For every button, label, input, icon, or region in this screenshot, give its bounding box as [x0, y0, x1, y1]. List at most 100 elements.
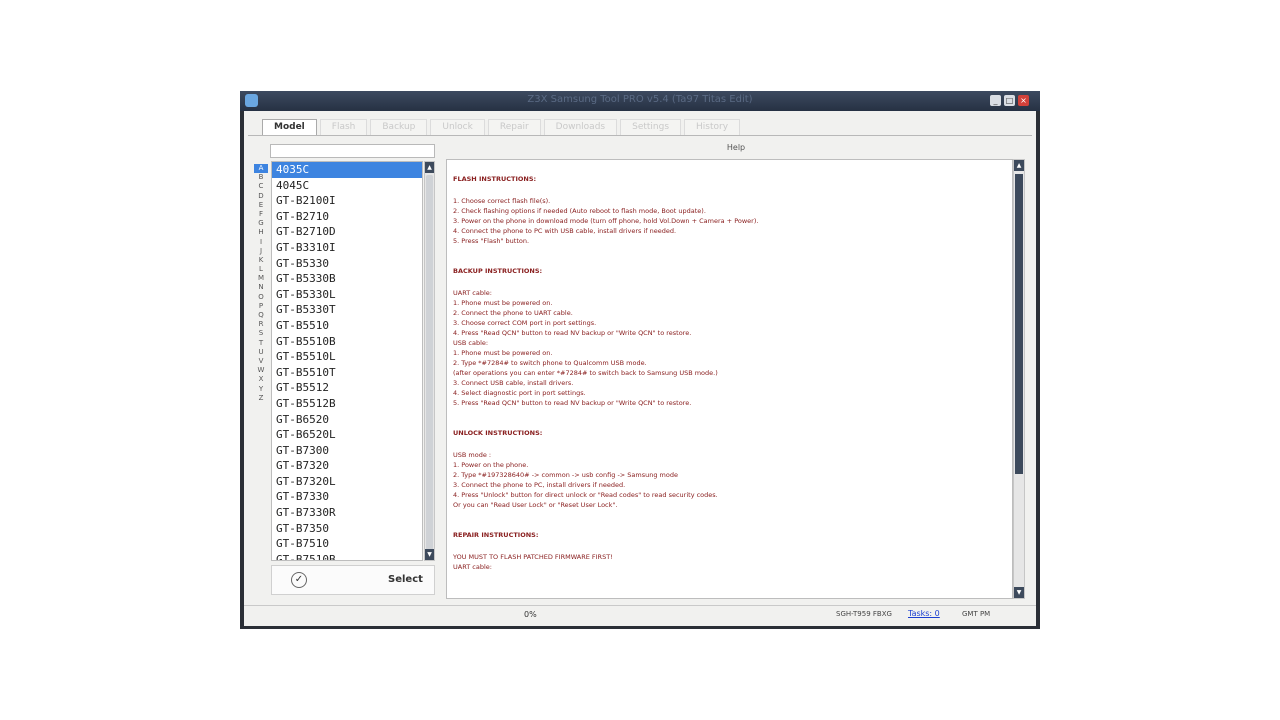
tab-flash[interactable]: Flash [319, 119, 368, 135]
alphabet-letter-v[interactable]: V [254, 357, 268, 366]
alphabet-letter-c[interactable]: C [254, 182, 268, 191]
help-line: 2. Type *#7284# to switch phone to Qualc… [453, 359, 647, 367]
model-list-item[interactable]: GT-B5510 [272, 318, 422, 334]
model-list-item[interactable]: GT-B7330 [272, 489, 422, 505]
alphabet-letter-o[interactable]: O [254, 293, 268, 302]
model-list-item[interactable]: GT-B7320L [272, 474, 422, 490]
alphabet-letter-e[interactable]: E [254, 201, 268, 210]
scroll-thumb[interactable] [426, 175, 433, 551]
window-client: Model Flash Backup Unlock Repair Downloads Set… [244, 111, 1036, 626]
help-line: 1. Power on the phone. [453, 461, 529, 469]
model-list-item[interactable]: GT-B5330 [272, 256, 422, 272]
alphabet-letter-z[interactable]: Z [254, 394, 268, 403]
help-line: Or you can "Read User Lock" or "Reset Us… [453, 501, 618, 509]
model-list-item[interactable]: GT-B2710D [272, 224, 422, 240]
tab-repair[interactable]: Repair [487, 119, 541, 135]
alphabet-letter-t[interactable]: T [254, 339, 268, 348]
model-list-item[interactable]: 4035C [272, 162, 422, 178]
help-line: 3. Choose correct COM port in port setti… [453, 319, 597, 327]
alphabet-letter-y[interactable]: Y [254, 385, 268, 394]
select-button[interactable]: Select [388, 574, 423, 585]
model-list-item[interactable]: GT-B5330L [272, 287, 422, 303]
alphabet-letter-f[interactable]: F [254, 210, 268, 219]
model-list-item[interactable]: GT-B5330T [272, 302, 422, 318]
help-line: 3. Power on the phone in download mode (… [453, 217, 759, 225]
model-list-item[interactable]: GT-B5510B [272, 334, 422, 350]
alphabet-letter-w[interactable]: W [254, 366, 268, 375]
title-bar[interactable]: Z3X Samsung Tool PRO v5.4 (Ta97 Titas Ed… [240, 91, 1040, 111]
model-list-item[interactable]: GT-B5510T [272, 365, 422, 381]
close-button[interactable]: × [1018, 95, 1029, 106]
scroll-down-arrow-icon[interactable]: ▼ [1014, 587, 1024, 598]
select-bar: ✓ Select [271, 565, 435, 595]
scroll-up-arrow-icon[interactable]: ▲ [425, 162, 434, 173]
help-section-title: FLASH INSTRUCTIONS: [453, 175, 537, 183]
model-list-item[interactable]: GT-B7510 [272, 536, 422, 552]
alphabet-letter-u[interactable]: U [254, 348, 268, 357]
help-scrollbar[interactable]: ▲ ▼ [1013, 159, 1025, 599]
model-list-item[interactable]: GT-B5512B [272, 396, 422, 412]
alphabet-letter-k[interactable]: K [254, 256, 268, 265]
help-section-title: UNLOCK INSTRUCTIONS: [453, 429, 543, 437]
help-line: 4. Connect the phone to PC with USB cabl… [453, 227, 677, 235]
alphabet-letter-a[interactable]: A [254, 164, 268, 174]
help-line: USB cable: [453, 339, 489, 347]
tab-divider [248, 135, 1032, 136]
alphabet-letter-s[interactable]: S [254, 329, 268, 338]
help-line: 3. Connect the phone to PC, install driv… [453, 481, 626, 489]
model-list-item[interactable]: 4045C [272, 178, 422, 194]
tab-downloads[interactable]: Downloads [543, 119, 618, 135]
alphabet-letter-h[interactable]: H [254, 228, 268, 237]
model-list[interactable]: 4035C 4045C GT-B2100I GT-B2710 GT-B2710D GT-B… [271, 161, 423, 561]
alphabet-letter-d[interactable]: D [254, 192, 268, 201]
alphabet-letter-i[interactable]: I [254, 238, 268, 247]
model-list-item[interactable]: GT-B6520L [272, 427, 422, 443]
model-list-item[interactable]: GT-B5510L [272, 349, 422, 365]
tab-model[interactable]: Model [262, 119, 317, 135]
tasks-link[interactable]: Tasks: 0 [908, 609, 940, 618]
help-spacer [453, 246, 1006, 260]
alphabet-letter-b[interactable]: B [254, 173, 268, 182]
alphabet-letter-m[interactable]: M [254, 274, 268, 283]
help-line: 3. Connect USB cable, install drivers. [453, 379, 574, 387]
alphabet-letter-q[interactable]: Q [254, 311, 268, 320]
model-list-item[interactable]: GT-B3310I [272, 240, 422, 256]
help-section-title: REPAIR INSTRUCTIONS: [453, 531, 539, 539]
model-list-item[interactable]: GT-B2710 [272, 209, 422, 225]
model-search-input[interactable] [270, 144, 435, 158]
tab-history[interactable]: History [684, 119, 741, 135]
alphabet-letter-p[interactable]: P [254, 302, 268, 311]
minimize-button[interactable]: _ [990, 95, 1001, 106]
tab-settings[interactable]: Settings [620, 119, 682, 135]
model-list-item[interactable]: GT-B7320 [272, 458, 422, 474]
tab-backup[interactable]: Backup [370, 119, 428, 135]
model-list-item[interactable]: GT-B7510B [272, 552, 422, 560]
model-list-item[interactable]: GT-B7330R [272, 505, 422, 521]
scroll-up-arrow-icon[interactable]: ▲ [1014, 160, 1024, 171]
help-line: 4. Press "Read QCN" button to read NV ba… [453, 329, 692, 337]
alphabet-letter-x[interactable]: X [254, 375, 268, 384]
alphabet-letter-l[interactable]: L [254, 265, 268, 274]
alphabet-letter-g[interactable]: G [254, 219, 268, 228]
maximize-button[interactable]: □ [1004, 95, 1015, 106]
alphabet-letter-r[interactable]: R [254, 320, 268, 329]
model-list-item[interactable]: GT-B5330B [272, 271, 422, 287]
help-text-panel: FLASH INSTRUCTIONS: 1. Choose correct fla… [446, 159, 1013, 599]
alphabet-index: ABCDEFGHIJKLMNOPQRSTUVWXYZ [254, 164, 268, 403]
scroll-down-arrow-icon[interactable]: ▼ [425, 549, 434, 560]
model-list-scrollbar[interactable]: ▲ ▼ [424, 161, 435, 561]
help-spacer [453, 408, 1006, 422]
alphabet-letter-j[interactable]: J [254, 247, 268, 256]
model-list-item[interactable]: GT-B5512 [272, 380, 422, 396]
tab-unlock[interactable]: Unlock [430, 119, 485, 135]
alphabet-letter-n[interactable]: N [254, 283, 268, 292]
help-line: 2. Type *#197328640# -> common -> usb co… [453, 471, 678, 479]
window-title: Z3X Samsung Tool PRO v5.4 (Ta97 Titas Ed… [527, 94, 753, 105]
model-list-item[interactable]: GT-B2100I [272, 193, 422, 209]
model-list-item[interactable]: GT-B7350 [272, 521, 422, 537]
model-list-item[interactable]: GT-B7300 [272, 443, 422, 459]
scroll-thumb[interactable] [1015, 174, 1023, 474]
app-window: Z3X Samsung Tool PRO v5.4 (Ta97 Titas Ed… [240, 91, 1040, 629]
check-circle-icon[interactable]: ✓ [291, 572, 307, 588]
model-list-item[interactable]: GT-B6520 [272, 412, 422, 428]
